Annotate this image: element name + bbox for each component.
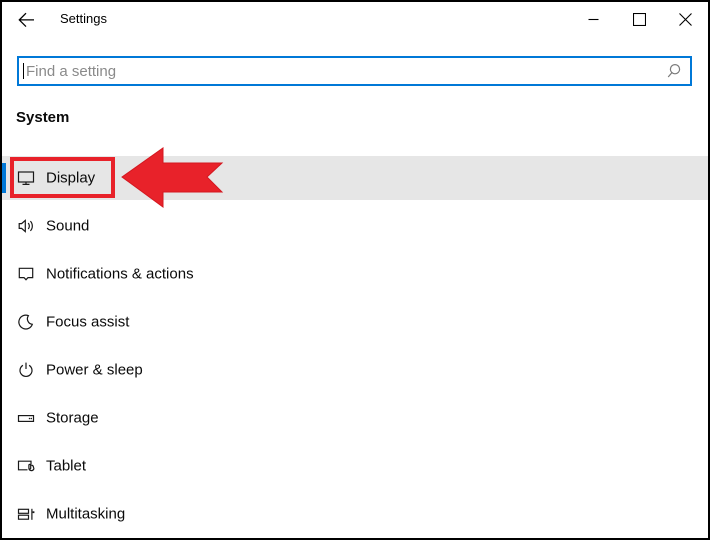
speaker-icon: [18, 219, 33, 233]
sidebar-item-tablet[interactable]: Tablet: [2, 444, 708, 488]
nav-label: Power & sleep: [46, 361, 143, 379]
nav-label: Storage: [46, 409, 99, 427]
search-icon[interactable]: [667, 63, 683, 80]
titlebar: Settings: [2, 2, 708, 38]
settings-window: Settings Find a setting System Display S…: [0, 0, 710, 540]
window-controls: [570, 2, 708, 36]
power-icon: [19, 362, 33, 378]
sidebar-item-power-sleep[interactable]: Power & sleep: [2, 348, 708, 392]
sidebar-item-sound[interactable]: Sound: [2, 204, 708, 248]
nav-label: Sound: [46, 217, 90, 235]
maximize-icon: [632, 12, 646, 26]
settings-nav-list: Display Sound Notifications & actions Fo…: [2, 156, 708, 540]
nav-label: Display: [46, 169, 96, 187]
sidebar-item-storage[interactable]: Storage: [2, 396, 708, 440]
text-caret: [23, 63, 24, 79]
search-box: [17, 56, 692, 86]
close-button[interactable]: [662, 2, 708, 36]
section-heading: System: [16, 109, 70, 126]
sidebar-item-display[interactable]: Display: [2, 156, 708, 200]
minimize-icon: [588, 18, 598, 20]
minimize-button[interactable]: [570, 2, 616, 36]
monitor-icon: [17, 171, 35, 185]
tablet-touch-icon: [17, 460, 35, 472]
nav-label: Tablet: [46, 457, 87, 475]
nav-label: Focus assist: [46, 313, 130, 331]
close-icon: [678, 12, 692, 26]
back-button[interactable]: [12, 7, 40, 33]
window-title: Settings: [60, 11, 107, 26]
nav-label: Notifications & actions: [46, 265, 194, 283]
search-input[interactable]: [19, 58, 690, 84]
back-arrow-icon: [17, 12, 34, 28]
sidebar-item-multitasking[interactable]: Multitasking: [2, 492, 708, 536]
speech-bubble-icon: [18, 267, 34, 281]
sidebar-item-notifications[interactable]: Notifications & actions: [2, 252, 708, 296]
crescent-moon-icon: [18, 314, 34, 330]
multitask-panes-icon: [17, 508, 35, 520]
drive-icon: [17, 414, 35, 423]
maximize-button[interactable]: [616, 2, 662, 36]
sidebar-item-focus-assist[interactable]: Focus assist: [2, 300, 708, 344]
nav-label: Multitasking: [46, 505, 126, 523]
selected-accent-bar: [2, 163, 6, 193]
